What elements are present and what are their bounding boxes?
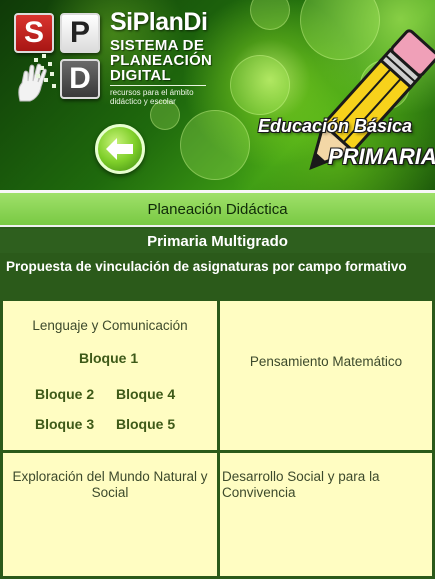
brand-line: PLANEACIÓN xyxy=(110,52,213,69)
pixel-dot xyxy=(40,66,44,70)
logo-tile-p: P xyxy=(60,13,100,53)
bokeh-light xyxy=(230,55,290,115)
area-label: Lenguaje y Comunicación xyxy=(32,318,188,333)
brand-line: DIGITAL xyxy=(110,67,171,84)
bloque-1-link[interactable]: Bloque 1 xyxy=(79,350,138,366)
bloque-4-link[interactable]: Bloque 4 xyxy=(116,386,175,402)
pixel-dot xyxy=(44,78,48,82)
pixel-dot xyxy=(42,54,46,58)
bokeh-light xyxy=(180,110,250,180)
brand-divider xyxy=(110,85,206,86)
section-title: Primaria Multigrado xyxy=(0,229,435,253)
education-label: Educación Básica xyxy=(258,116,413,136)
pixel-dot xyxy=(52,84,56,88)
pixel-dot xyxy=(34,58,38,62)
bloque-2-link[interactable]: Bloque 2 xyxy=(35,386,94,402)
section-description: Propuesta de vinculación de asignaturas … xyxy=(6,259,407,274)
area-label: Exploración del Mundo Natural y Social xyxy=(12,469,208,500)
bloque-3-link[interactable]: Bloque 3 xyxy=(35,416,94,432)
nav-title: Planeación Didáctica xyxy=(147,200,288,218)
level-label: PRIMARIA xyxy=(328,144,435,169)
logo-tile-s: S xyxy=(14,13,54,53)
brand-tagline: didáctico y escolar xyxy=(110,97,176,106)
back-arrow-icon xyxy=(106,138,133,160)
logo-tile-d: D xyxy=(60,59,100,99)
bokeh-light xyxy=(250,0,290,30)
area-label: Pensamiento Matemático xyxy=(249,354,403,369)
area-label: Desarrollo Social y para la Convivencia xyxy=(222,469,380,500)
bloque-5-link[interactable]: Bloque 5 xyxy=(116,416,175,432)
pixel-dot xyxy=(50,72,54,76)
brand-tagline: recursos para el ámbito xyxy=(110,88,194,97)
back-button[interactable] xyxy=(95,124,145,174)
area-card-desarrollo[interactable]: Desarrollo Social y para la Convivencia xyxy=(220,453,432,576)
area-card-lenguaje[interactable]: Lenguaje y Comunicación Bloque 1 Bloque … xyxy=(3,301,217,450)
pixel-dot xyxy=(48,62,52,66)
area-card-matematico[interactable]: Pensamiento Matemático xyxy=(220,301,432,450)
brand-line: SISTEMA DE xyxy=(110,37,205,54)
brand-title: SiPlanDi xyxy=(110,8,208,36)
area-card-exploracion[interactable]: Exploración del Mundo Natural y Social xyxy=(3,453,217,576)
nav-bar[interactable]: Planeación Didáctica xyxy=(0,193,435,227)
pixel-dot xyxy=(36,74,40,78)
app-header: S P D SiPlanDi SISTEMA DE PLANEACIÓN DIG… xyxy=(0,0,435,190)
